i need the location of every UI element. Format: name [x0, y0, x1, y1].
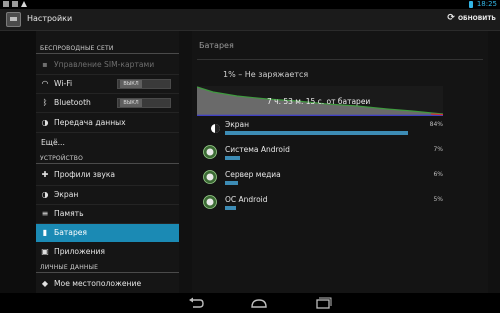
usage-bar [225, 206, 236, 210]
usage-bar [225, 156, 241, 160]
battery-panel: Батарея 1% – Не заряжается 7 ч. 53 м. 15… [179, 31, 500, 293]
android-system-icon [203, 145, 217, 159]
usage-row-android-os[interactable]: ОС Android 5% [197, 193, 443, 217]
item-divider [36, 112, 179, 113]
refresh-button[interactable]: ⟳ ОБНОВИТЬ [447, 14, 496, 23]
wifi-toggle[interactable]: ВЫКЛ [117, 79, 171, 89]
sidebar-item-label: Wi-Fi [54, 79, 73, 88]
usage-row-screen[interactable]: Экран 84% [197, 118, 443, 142]
usage-name: Сервер медиа [225, 170, 281, 179]
usage-bar [225, 181, 239, 185]
sidebar-item-label: Батарея [54, 228, 88, 237]
settings-app-icon[interactable] [6, 12, 21, 27]
sidebar-item-label: Ещё... [41, 138, 65, 147]
usage-row-android-system[interactable]: Система Android 7% [197, 143, 443, 167]
sidebar-item-apps[interactable]: ▣ Приложения [36, 243, 179, 261]
sidebar-item-label: Приложения [54, 247, 105, 256]
status-bar: 18:25 [0, 0, 500, 9]
title-divider [197, 59, 483, 60]
location-icon: ◆ [41, 279, 49, 288]
wifi-toggle-state: ВЫКЛ [120, 80, 142, 88]
action-bar: Настройки ⟳ ОБНОВИТЬ [0, 9, 500, 31]
image-notification-icon [12, 1, 18, 7]
sidebar-item-label: Передача данных [54, 118, 126, 127]
usage-bar-track [225, 156, 443, 160]
sidebar-item-label: Память [54, 209, 84, 218]
item-divider [36, 132, 179, 133]
usage-percent: 5% [433, 196, 443, 203]
sidebar-item-data-usage[interactable]: ◑ Передача данных [36, 114, 179, 132]
wifi-icon: ◠ [41, 79, 49, 88]
battery-icon: ▮ [42, 228, 48, 237]
bluetooth-toggle-state: ВЫКЛ [120, 99, 142, 107]
battery-status: 1% – Не заряжается [223, 70, 309, 79]
clock: 18:25 [476, 0, 497, 8]
notification-icons [3, 1, 27, 7]
display-icon: ◑ [41, 190, 49, 199]
page-title: Батарея [199, 41, 234, 50]
sidebar-item-location[interactable]: ◆ Мое местоположение [36, 275, 179, 293]
graph-time-label: 7 ч. 53 м. 15 с. от батареи [267, 97, 371, 106]
recent-apps-icon[interactable] [314, 297, 332, 309]
data-usage-icon: ◑ [41, 118, 49, 127]
usage-bar-track [225, 181, 443, 185]
usage-percent: 7% [433, 146, 443, 153]
home-icon[interactable] [250, 297, 268, 309]
usage-bar-track [225, 206, 443, 210]
sidebar-item-wifi[interactable]: ◠ Wi-Fi ВЫКЛ [36, 75, 179, 93]
battery-status-icon [468, 0, 473, 8]
status-right: 18:25 [468, 0, 497, 8]
storage-icon: ≡ [41, 209, 49, 218]
section-header-wireless: БЕСПРОВОДНЫЕ СЕТИ [40, 45, 114, 52]
apps-icon: ▣ [41, 247, 49, 256]
sidebar-item-label: Мое местоположение [54, 279, 142, 288]
usage-name: Система Android [225, 145, 290, 154]
section-divider [36, 53, 179, 54]
bluetooth-icon: ᛒ [42, 98, 48, 107]
refresh-label: ОБНОВИТЬ [457, 15, 496, 22]
sidebar-item-sim: ▪ Управление SIM-картами [36, 56, 179, 74]
app-title: Настройки [27, 14, 73, 23]
refresh-icon: ⟳ [447, 13, 455, 23]
sidebar-item-battery[interactable]: ▮ Батарея [36, 224, 179, 242]
sidebar-item-bluetooth[interactable]: ᛒ Bluetooth ВЫКЛ [36, 94, 179, 112]
graph-critical-line [430, 113, 443, 116]
android-os-icon [203, 195, 217, 209]
usage-row-media-server[interactable]: Сервер медиа 6% [197, 168, 443, 192]
bluetooth-toggle[interactable]: ВЫКЛ [117, 98, 171, 108]
screen-brightness-icon [203, 120, 220, 134]
sidebar-item-label: Профили звука [54, 170, 116, 179]
usage-bar [225, 131, 409, 135]
sidebar-item-more[interactable]: Ещё... [36, 134, 179, 152]
usage-name: Экран [225, 120, 250, 129]
sidebar-item-sound[interactable]: ✚ Профили звука [36, 166, 179, 184]
sound-icon: ✚ [41, 170, 49, 179]
section-header-device: УСТРОЙСТВО [40, 155, 84, 162]
warning-icon [21, 1, 27, 7]
sidebar-item-storage[interactable]: ≡ Память [36, 205, 179, 223]
sidebar-item-label: Bluetooth [54, 98, 91, 107]
section-header-personal: ЛИЧНЫЕ ДАННЫЕ [40, 264, 99, 271]
usage-bar-track [225, 131, 443, 135]
sim-icon: ▪ [42, 60, 48, 69]
section-divider [36, 163, 179, 164]
screenshot-notification-icon [3, 1, 9, 7]
back-icon[interactable] [187, 297, 205, 309]
sidebar-item-display[interactable]: ◑ Экран [36, 186, 179, 204]
navigation-bar [0, 293, 500, 313]
usage-percent: 84% [429, 121, 443, 128]
usage-name: ОС Android [225, 195, 268, 204]
media-server-icon [203, 170, 217, 184]
section-divider [36, 272, 179, 273]
sidebar-item-label: Экран [54, 190, 79, 199]
usage-percent: 6% [433, 171, 443, 178]
sidebar-item-label: Управление SIM-картами [54, 60, 155, 69]
settings-sidebar: БЕСПРОВОДНЫЕ СЕТИ ▪ Управление SIM-карта… [0, 31, 179, 293]
